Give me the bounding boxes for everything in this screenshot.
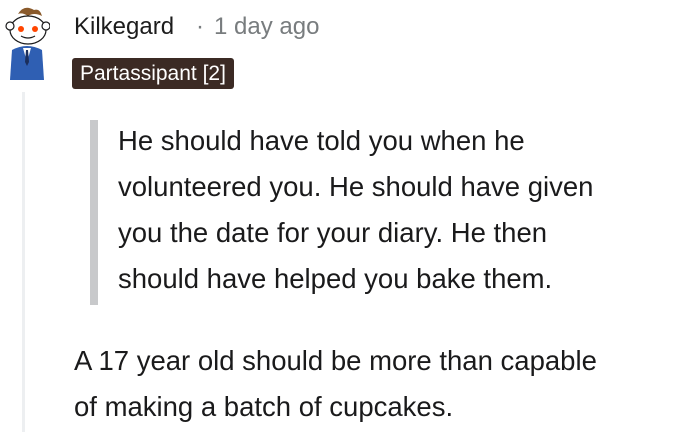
quote-line: you the date for your diary. He then <box>118 217 548 248</box>
meta-separator: · <box>196 13 204 40</box>
body-line: A 17 year old should be more than capabl… <box>74 345 597 376</box>
blockquote-bar <box>90 120 98 305</box>
user-flair-badge: Partassipant [2] <box>72 58 234 89</box>
thread-collapse-line[interactable] <box>22 92 25 432</box>
comment-author[interactable]: Kilkegard <box>74 10 174 44</box>
blockquote-text: He should have told you when he voluntee… <box>118 118 700 302</box>
comment-body: A 17 year old should be more than capabl… <box>74 338 700 430</box>
quote-line: should have helped you bake them. <box>118 263 553 294</box>
body-line: of making a batch of cupcakes. <box>74 391 454 422</box>
comment: Kilkegard · 1 day ago Partassipant [2] H… <box>0 0 700 432</box>
quote-line: He should have told you when he <box>118 125 525 156</box>
comment-timestamp[interactable]: 1 day ago <box>214 10 319 44</box>
quote-line: volunteered you. He should have given <box>118 171 594 202</box>
snoo-avatar-icon[interactable] <box>4 4 51 80</box>
